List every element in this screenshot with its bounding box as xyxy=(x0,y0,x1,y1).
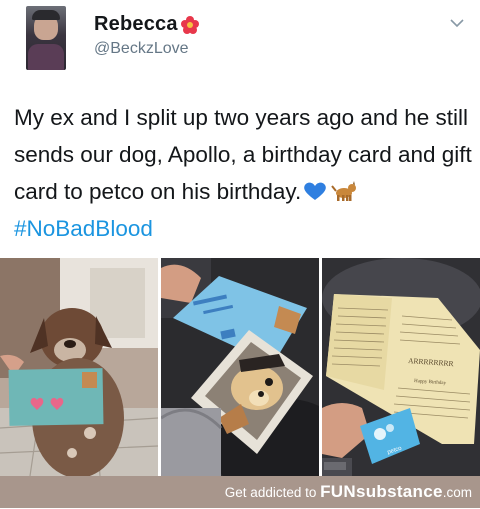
tweet-text: My ex and I split up two years ago and h… xyxy=(14,99,474,247)
hashtag-link[interactable]: #NoBadBlood xyxy=(14,216,153,241)
photo-card-image xyxy=(161,258,319,476)
footer-text[interactable]: Get addicted to FUNsubstance.com xyxy=(225,476,472,508)
photo-dog-with-card[interactable] xyxy=(0,258,158,476)
dog-emoji-icon xyxy=(331,181,357,201)
user-handle[interactable]: @BeckzLove xyxy=(94,40,189,58)
photo-letter-and-gift-card[interactable]: ARRRRRRRR Happy Birthday petco xyxy=(322,258,480,476)
avatar[interactable] xyxy=(26,6,66,70)
footer-brand: FUNsubstance xyxy=(320,482,443,501)
avatar-cap xyxy=(32,10,60,20)
tweet-body: My ex and I split up two years ago and h… xyxy=(14,105,472,204)
flower-emoji-icon xyxy=(180,15,199,34)
photo-dog-image xyxy=(0,258,158,476)
photo-envelope-and-card[interactable] xyxy=(161,258,319,476)
footer-domain: .com xyxy=(442,485,472,500)
photo-letter-image: ARRRRRRRR Happy Birthday petco xyxy=(322,258,480,476)
photo-grid: ARRRRRRRR Happy Birthday petco xyxy=(0,258,480,476)
footer-prefix: Get addicted to xyxy=(224,485,321,500)
name-row: Rebecca xyxy=(94,13,200,36)
footer-banner: Get addicted to FUNsubstance.com xyxy=(0,476,480,508)
chevron-down-icon[interactable] xyxy=(450,18,464,28)
display-name[interactable]: Rebecca xyxy=(94,13,178,36)
avatar-shirt xyxy=(28,44,64,70)
blue-heart-emoji-icon xyxy=(304,182,327,200)
tweet-card: Rebecca @BeckzLove My ex and I split up … xyxy=(0,0,480,258)
